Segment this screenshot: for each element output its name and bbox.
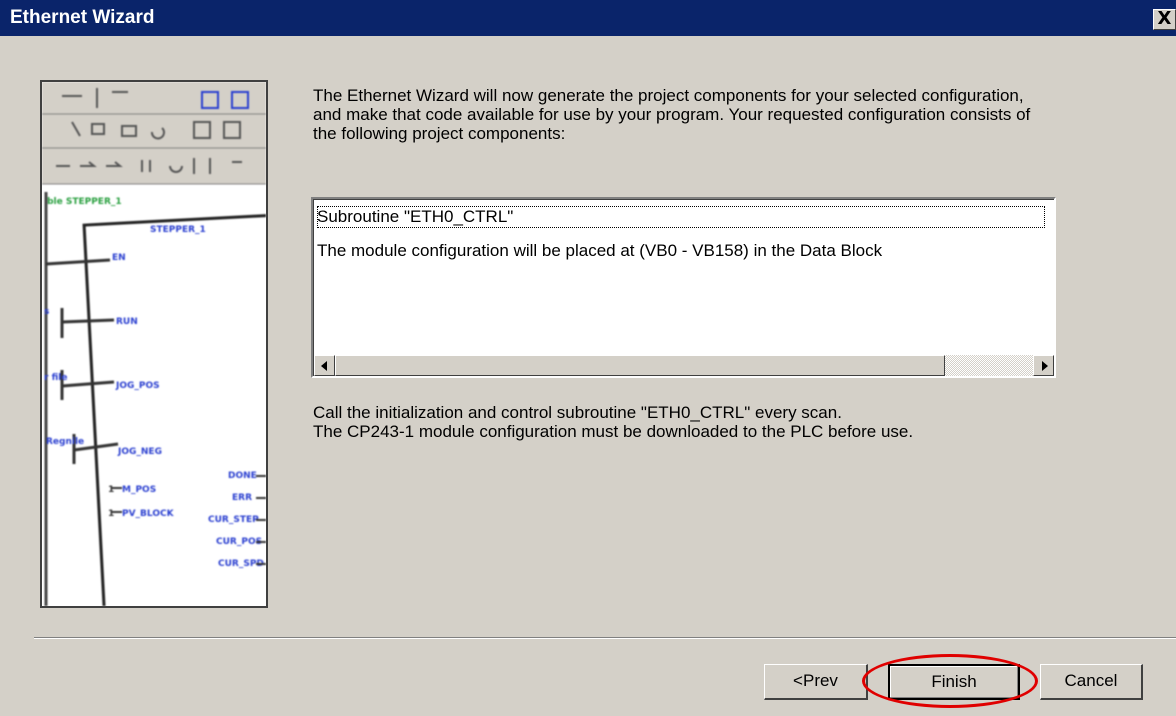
intro-text: The Ethernet Wizard will now generate th…	[313, 86, 1031, 143]
svg-text:JOG_NEG: JOG_NEG	[117, 447, 162, 457]
separator	[34, 637, 1176, 639]
svg-text:PV_BLOCK: PV_BLOCK	[122, 509, 175, 519]
svg-text:JOG_POS: JOG_POS	[115, 381, 160, 391]
function-block	[82, 213, 266, 606]
list-item[interactable]: The module configuration will be placed …	[317, 240, 882, 262]
list-item[interactable]: Subroutine "ETH0_CTRL"	[317, 206, 1045, 228]
window-title: Ethernet Wizard	[10, 7, 155, 28]
svg-text:M_POS: M_POS	[122, 485, 156, 495]
arrow-right-icon	[1042, 361, 1048, 371]
close-icon: X	[1157, 8, 1172, 29]
horizontal-scrollbar[interactable]	[314, 355, 1054, 376]
close-button[interactable]: X	[1153, 9, 1176, 30]
components-listbox[interactable]: Subroutine "ETH0_CTRL" The module config…	[311, 197, 1056, 378]
title-bar: Ethernet Wizard	[0, 0, 1176, 36]
svg-text:CUR_POS: CUR_POS	[216, 537, 262, 547]
finish-button[interactable]: Finish	[888, 664, 1020, 700]
scroll-left-button[interactable]	[314, 355, 335, 376]
instructions-text: Call the initialization and control subr…	[313, 403, 1073, 441]
note-line: The CP243-1 module configuration must be…	[313, 422, 914, 441]
network-label: ible STEPPER_1	[44, 197, 122, 207]
scroll-track[interactable]	[945, 355, 1033, 376]
svg-text:Regnile: Regnile	[46, 437, 84, 447]
svg-text:EN: EN	[112, 253, 126, 263]
arrow-left-icon	[321, 361, 327, 371]
cancel-button[interactable]: Cancel	[1040, 664, 1143, 700]
scroll-thumb[interactable]	[335, 355, 945, 376]
svg-text:CUR_STEP: CUR_STEP	[208, 515, 259, 525]
svg-text:s: s	[44, 307, 49, 317]
block-title: STEPPER_1	[150, 225, 206, 235]
prev-button[interactable]: <Prev	[764, 664, 868, 700]
scroll-right-button[interactable]	[1033, 355, 1054, 376]
svg-text:r file: r file	[44, 373, 67, 383]
svg-text:ERR: ERR	[232, 493, 252, 503]
svg-text:RUN: RUN	[116, 317, 138, 327]
note-line: Call the initialization and control subr…	[313, 403, 842, 422]
svg-text:DONE: DONE	[228, 471, 257, 481]
wizard-illustration: ible STEPPER_1 STEPPER_1 EN RUN JOG_POS …	[40, 80, 268, 608]
svg-text:1: 1	[108, 509, 114, 519]
svg-text:1: 1	[108, 485, 114, 495]
